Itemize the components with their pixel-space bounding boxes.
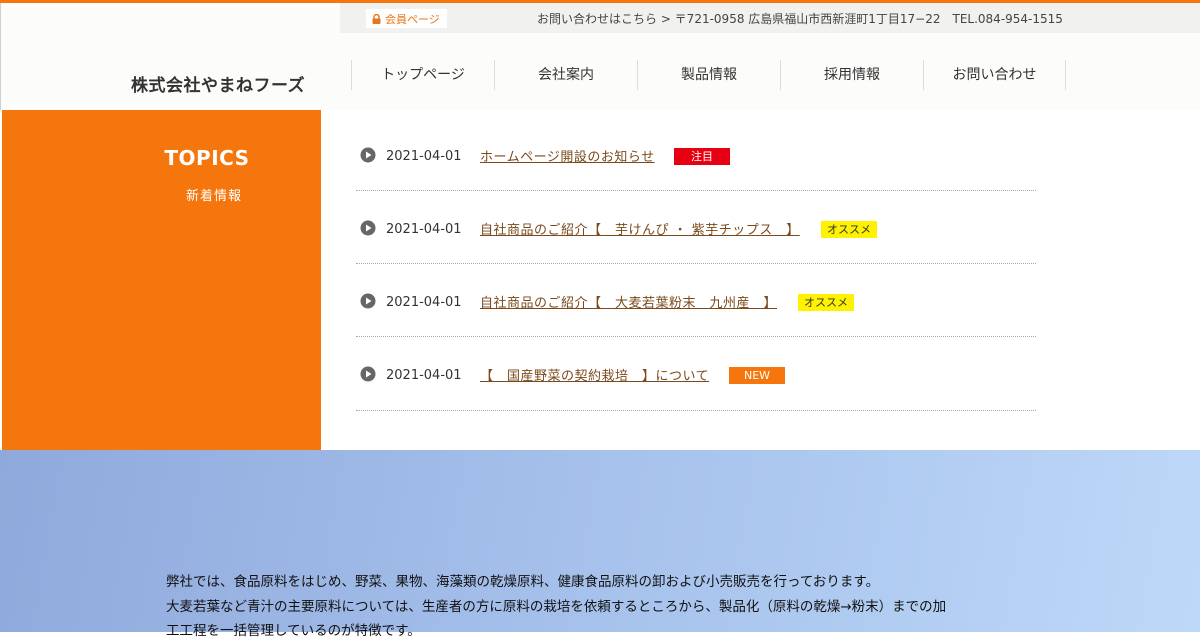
news-date: 2021-04-01 [386, 295, 462, 310]
company-name[interactable]: 株式会社やまねフーズ [131, 71, 305, 96]
member-page-label: 会員ページ [385, 12, 440, 26]
badge-recommended: オススメ [821, 221, 877, 238]
news-title-link[interactable]: 自社商品のご紹介【 芋けんぴ ・ 紫芋チップス 】 [480, 219, 800, 238]
nav-item-recruit[interactable]: 採用情報 [780, 60, 923, 90]
nav-item-contact[interactable]: お問い合わせ [923, 60, 1066, 90]
news-item: 2021-04-01 自社商品のご紹介【 大麦若葉粉末 九州産 】 オススメ [356, 264, 1036, 337]
play-circle-icon [360, 293, 376, 309]
news-item: 2021-04-01 【 国産野菜の契約栽培 】について NEW [356, 337, 1036, 411]
news-title-link[interactable]: 【 国産野菜の契約栽培 】について [480, 365, 709, 384]
intro-text: 弊社では、食品原料をはじめ、野菜、果物、海藻類の乾燥原料、健康食品原料の卸および… [166, 570, 1066, 644]
badge-recommended: オススメ [798, 294, 854, 311]
play-circle-icon [360, 220, 376, 236]
member-page-button[interactable]: 会員ページ [366, 9, 447, 28]
intro-hero: 弊社では、食品原料をはじめ、野菜、果物、海藻類の乾燥原料、健康食品原料の卸および… [0, 450, 1200, 639]
news-date: 2021-04-01 [386, 368, 462, 383]
play-circle-icon [360, 366, 376, 382]
lock-icon [372, 13, 381, 24]
intro-line: 弊社では、食品原料をはじめ、野菜、果物、海藻類の乾燥原料、健康食品原料の卸および… [166, 574, 880, 590]
badge-new: NEW [729, 367, 785, 384]
news-title-link[interactable]: 自社商品のご紹介【 大麦若葉粉末 九州産 】 [480, 292, 777, 311]
news-item: 2021-04-01 ホームページ開設のお知らせ 注目 [356, 118, 1036, 191]
contact-info[interactable]: お問い合わせはこちら > 〒721-0958 広島県福山市西新涯町1丁目17−2… [537, 10, 1063, 27]
news-list: 2021-04-01 ホームページ開設のお知らせ 注目 2021-04-01 自… [356, 118, 1036, 411]
nav-item-company[interactable]: 会社案内 [494, 60, 637, 90]
badge-featured: 注目 [674, 148, 730, 165]
news-item: 2021-04-01 自社商品のご紹介【 芋けんぴ ・ 紫芋チップス 】 オスス… [356, 191, 1036, 264]
news-title-link[interactable]: ホームページ開設のお知らせ [480, 146, 655, 165]
news-date: 2021-04-01 [386, 222, 462, 237]
global-nav: トップページ 会社案内 製品情報 採用情報 お問い合わせ [351, 60, 1066, 90]
nav-item-top[interactable]: トップページ [351, 60, 494, 90]
news-date: 2021-04-01 [386, 149, 462, 164]
nav-item-products[interactable]: 製品情報 [637, 60, 780, 90]
topics-panel: TOPICS 新着情報 [2, 110, 321, 450]
intro-line: 工工程を一括管理しているのが特徴です。 [166, 623, 421, 639]
utility-bar: 会員ページ お問い合わせはこちら > 〒721-0958 広島県福山市西新涯町1… [340, 3, 1200, 33]
play-circle-icon [360, 147, 376, 163]
intro-line: 大麦若葉など青汁の主要原料については、生産者の方に原料の栽培を依頼するところから… [166, 598, 947, 615]
news-area: 2021-04-01 ホームページ開設のお知らせ 注目 2021-04-01 自… [321, 110, 1200, 450]
